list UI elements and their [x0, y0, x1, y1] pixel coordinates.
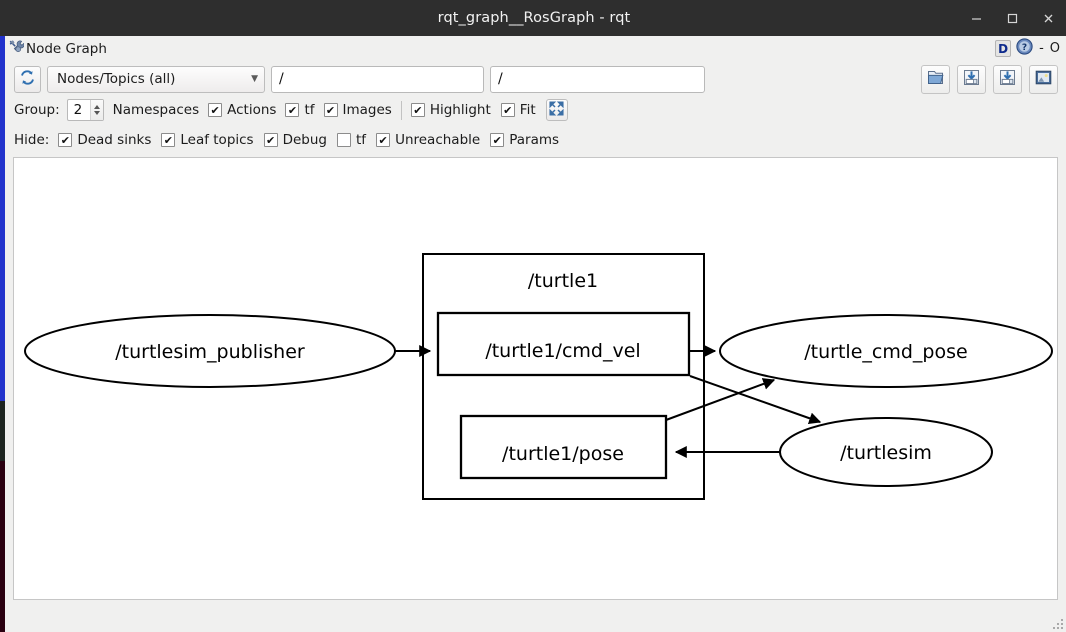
checkbox-fit-label: Fit [519, 102, 536, 118]
checkbox-highlight-label: Highlight [429, 102, 491, 118]
graph-node-turtlesim_publisher-label: /turtlesim_publisher [115, 341, 305, 363]
graph-toolbar-row: Nodes/Topics (all) ▼ / / [5, 62, 1066, 96]
graph-node-turtle_cmd_pose[interactable]: /turtle_cmd_pose [719, 314, 1053, 388]
svg-text:?: ? [1022, 43, 1027, 53]
save-as-image-button[interactable] [1029, 64, 1058, 94]
dock-title: Node Graph [26, 40, 107, 57]
checkbox-hide-unreachable-label: Unreachable [395, 132, 481, 148]
window-left-edge-stripe [0, 36, 5, 632]
window-minimize-button[interactable] [958, 0, 994, 36]
dock-close-button[interactable]: O [1050, 41, 1060, 56]
checkbox-namespaces-label: Namespaces [112, 102, 200, 118]
checkbox-hide-tf[interactable]: ✔ tf [337, 132, 366, 148]
checkbox-hide-tf-box[interactable]: ✔ [337, 133, 352, 147]
graph-topic-pose-label: /turtle1/pose [502, 443, 624, 465]
topic-filter-value: / [279, 71, 284, 87]
checkbox-hide-dead-sinks-box[interactable]: ✔ [58, 133, 73, 147]
save-dot-button[interactable] [957, 64, 986, 94]
rqt-graph-window: rqt_graph__RosGraph - rqt Node Graph D ?… [0, 0, 1066, 632]
graph-node-turtlesim_publisher[interactable]: /turtlesim_publisher [24, 314, 396, 388]
checkbox-hide-unreachable-box[interactable]: ✔ [376, 133, 391, 147]
group-label: Group: [14, 102, 60, 118]
graph-topic-cmd_vel-label: /turtle1/cmd_vel [485, 340, 640, 362]
checkbox-tf-box[interactable]: ✔ [285, 103, 300, 117]
window-title: rqt_graph__RosGraph - rqt [437, 10, 631, 26]
fit-in-view-icon [549, 100, 564, 120]
save-dot-icon [962, 68, 981, 91]
graph-cluster-label: /turtle1 [528, 270, 598, 292]
checkbox-images-box[interactable]: ✔ [323, 103, 338, 117]
checkbox-hide-params-label: Params [509, 132, 560, 148]
checkbox-tf-label: tf [304, 102, 315, 118]
hide-label: Hide: [14, 132, 50, 148]
checkbox-actions-label: Actions [227, 102, 277, 118]
checkbox-tf[interactable]: ✔ tf [285, 102, 315, 118]
node-filter-input[interactable]: / [490, 65, 705, 93]
checkbox-highlight[interactable]: ✔ Highlight [410, 102, 491, 118]
checkbox-hide-tf-label: tf [356, 132, 367, 148]
checkbox-fit-box[interactable]: ✔ [500, 103, 515, 117]
checkbox-images[interactable]: ✔ Images [323, 102, 392, 118]
window-titlebar: rqt_graph__RosGraph - rqt [0, 0, 1066, 36]
group-namespace-depth-spinbox[interactable]: 2 [66, 99, 104, 121]
checkbox-hide-dead-sinks-label: Dead sinks [77, 132, 152, 148]
checkbox-actions[interactable]: ✔ Actions [208, 102, 276, 118]
save-svg-icon [998, 68, 1017, 91]
graph-topic-cmd_vel[interactable]: /turtle1/cmd_vel [436, 311, 691, 377]
folder-open-icon [926, 68, 945, 91]
dock-float-button[interactable]: D [995, 40, 1012, 57]
graph-type-value: Nodes/Topics (all) [57, 71, 176, 87]
checkbox-hide-debug[interactable]: ✔ Debug [263, 132, 328, 148]
group-spin-value: 2 [73, 102, 83, 118]
graph-node-turtle_cmd_pose-label: /turtle_cmd_pose [804, 341, 967, 363]
toolbar-separator [400, 100, 402, 120]
tools-icon [8, 39, 25, 59]
window-resize-grip[interactable] [1048, 614, 1064, 630]
checkbox-hide-debug-box[interactable]: ✔ [263, 133, 278, 147]
spinbox-arrows-icon[interactable] [89, 100, 103, 120]
graph-node-turtlesim[interactable]: /turtlesim [779, 417, 993, 487]
save-image-icon [1034, 68, 1053, 91]
help-icon[interactable]: ? [1016, 38, 1033, 59]
checkbox-hide-debug-label: Debug [282, 132, 328, 148]
window-close-button[interactable] [1030, 0, 1066, 36]
checkbox-hide-params[interactable]: ✔ Params [490, 132, 559, 148]
window-maximize-button[interactable] [994, 0, 1030, 36]
ros-graph-svg: /turtle1 /turtle1/cmd_vel /turtle1/pose … [24, 253, 1053, 500]
save-as-svg-button[interactable] [993, 64, 1022, 94]
graph-export-buttons [921, 64, 1058, 94]
checkbox-fit[interactable]: ✔ Fit [500, 102, 536, 118]
group-options-row: Group: 2 Namespaces ✔ Actions ✔ tf ✔ Ima… [5, 98, 1066, 122]
node-filter-value: / [498, 71, 503, 87]
load-dot-button[interactable] [921, 64, 950, 94]
checkbox-hide-leaf-topics[interactable]: ✔ Leaf topics [161, 132, 254, 148]
graph-topic-pose[interactable]: /turtle1/pose [459, 414, 668, 480]
topic-filter-input[interactable]: / [271, 65, 484, 93]
checkbox-hide-leaf-topics-label: Leaf topics [180, 132, 254, 148]
dock-widget-header: Node Graph D ? - O [5, 36, 1066, 61]
ros-graph-canvas[interactable]: /turtle1 /turtle1/cmd_vel /turtle1/pose … [13, 157, 1058, 600]
fit-in-view-button[interactable] [545, 99, 568, 121]
checkbox-images-label: Images [342, 102, 392, 118]
checkbox-hide-params-box[interactable]: ✔ [490, 133, 505, 147]
checkbox-hide-unreachable[interactable]: ✔ Unreachable [376, 132, 480, 148]
refresh-icon [19, 69, 36, 90]
hide-options-row: Hide: ✔ Dead sinks ✔ Leaf topics ✔ Debug… [5, 129, 1066, 151]
graph-node-turtlesim-label: /turtlesim [840, 442, 932, 464]
checkbox-namespaces[interactable]: Namespaces [113, 102, 199, 118]
checkbox-highlight-box[interactable]: ✔ [410, 103, 425, 117]
refresh-button[interactable] [14, 65, 41, 93]
checkbox-hide-leaf-topics-box[interactable]: ✔ [161, 133, 176, 147]
window-controls [958, 0, 1066, 36]
checkbox-hide-dead-sinks[interactable]: ✔ Dead sinks [58, 132, 151, 148]
chevron-down-icon: ▼ [251, 74, 258, 84]
checkbox-actions-box[interactable]: ✔ [208, 103, 223, 117]
graph-type-combobox[interactable]: Nodes/Topics (all) ▼ [47, 65, 265, 93]
dock-minimize-button[interactable]: - [1038, 41, 1045, 56]
